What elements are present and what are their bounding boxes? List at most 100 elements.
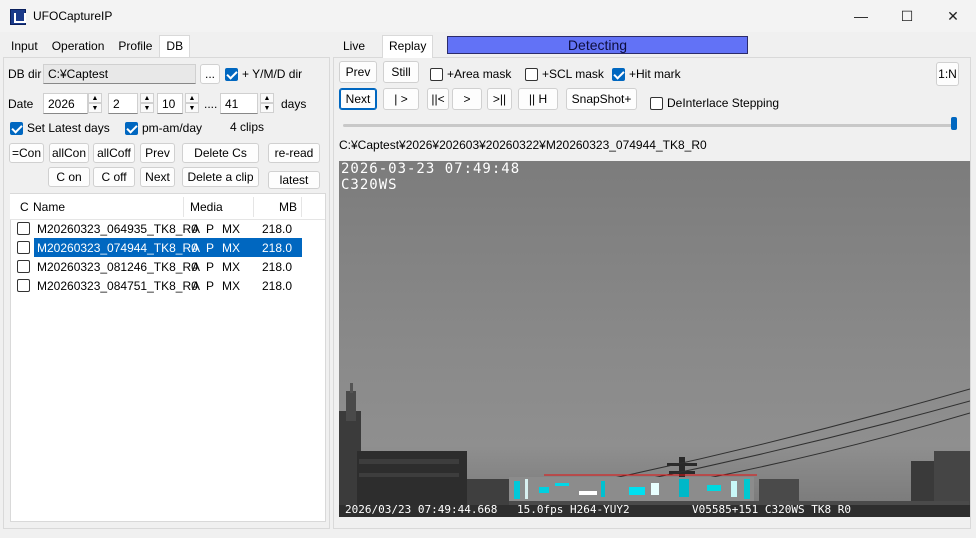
media-p: P [206, 278, 215, 293]
scl-mask-box[interactable] [525, 67, 538, 81]
col-divider [301, 197, 302, 217]
list-item-selected[interactable]: M20260323_074944_TK8_R0 A P MX 218.0 [17, 238, 302, 257]
ymd-checkbox-box[interactable] [225, 67, 238, 81]
close-button[interactable]: ✕ [930, 0, 976, 32]
pm-am-box[interactable] [125, 121, 138, 135]
row-checkbox[interactable] [17, 279, 30, 292]
tab-profile[interactable]: Profile [111, 35, 159, 57]
maximize-button[interactable]: ☐ [884, 0, 930, 32]
clip-name: M20260323_081246_TK8_R0 [37, 259, 198, 274]
hit-mark-box[interactable] [612, 67, 625, 81]
deinterlace-checkbox[interactable]: DeInterlace Stepping [650, 96, 779, 110]
next-clip-button[interactable]: Next [140, 167, 175, 187]
month-spinner[interactable]: ▲ ▼ [140, 93, 154, 113]
day-field[interactable]: 10 [157, 93, 183, 114]
window-title: UFOCaptureIP [33, 9, 113, 23]
date-label: Date [8, 97, 34, 111]
tab-replay[interactable]: Replay [382, 35, 434, 58]
last-frame-button[interactable]: >|| [487, 88, 512, 110]
day-spinner[interactable]: ▲ ▼ [185, 93, 199, 113]
camera-overlay: C320WS [341, 177, 398, 193]
row-checkbox[interactable] [17, 260, 30, 273]
left-tab-bar: Input Operation Profile DB [4, 35, 191, 57]
days-spinner[interactable]: ▲ ▼ [260, 93, 274, 113]
delete-a-clip-button[interactable]: Delete a clip [182, 167, 259, 187]
media-mx: MX [222, 221, 240, 236]
eq-con-button[interactable]: =Con [9, 143, 44, 163]
ymd-label: + Y/M/D dir [242, 67, 303, 81]
list-item[interactable]: M20260323_081246_TK8_R0 A P MX 218.0 [17, 257, 302, 276]
deinterlace-box[interactable] [650, 96, 663, 110]
media-a: A [192, 278, 201, 293]
col-header-c[interactable]: C [20, 200, 29, 214]
re-read-button[interactable]: re-read [268, 143, 320, 163]
col-divider [253, 197, 254, 217]
snapshot-button[interactable]: SnapShot+ [566, 88, 637, 110]
browse-button[interactable]: ... [200, 64, 220, 84]
prev-clip-button[interactable]: Prev [140, 143, 175, 163]
media-a: A [192, 221, 201, 236]
hit-mark-label: +Hit mark [629, 67, 681, 81]
month-field[interactable]: 2 [108, 93, 138, 114]
clip-mb: 218.0 [262, 240, 293, 255]
half-speed-button[interactable]: || H [518, 88, 558, 110]
set-latest-checkbox[interactable]: Set Latest days [10, 121, 110, 135]
still-button[interactable]: Still [383, 61, 419, 83]
pm-am-label: pm-am/day [142, 121, 203, 135]
ymd-dir-checkbox[interactable]: + Y/M/D dir [225, 67, 302, 81]
list-item[interactable]: M20260323_084751_TK8_R0 A P MX 218.0 [17, 276, 302, 295]
ratio-button[interactable]: 1:N [936, 62, 959, 86]
seek-thumb[interactable] [951, 117, 957, 130]
replay-prev-button[interactable]: Prev [339, 61, 377, 83]
deinterlace-label: DeInterlace Stepping [667, 96, 780, 110]
col-header-media[interactable]: Media [190, 200, 223, 214]
delete-cs-button[interactable]: Delete Cs [182, 143, 259, 163]
media-mx: MX [222, 259, 240, 274]
c-on-button[interactable]: C on [48, 167, 90, 187]
bottom-fps-overlay: 15.0fps H264-YUY2 [517, 503, 630, 516]
area-mask-checkbox[interactable]: +Area mask [430, 67, 511, 81]
timestamp-overlay: 2026-03-23 07:49:48 [341, 161, 521, 177]
col-divider [183, 197, 184, 217]
all-con-button[interactable]: allCon [49, 143, 89, 163]
db-dir-label: DB dir [8, 67, 42, 81]
days-field[interactable]: 41 [220, 93, 258, 114]
set-latest-box[interactable] [10, 121, 23, 135]
col-header-mb[interactable]: MB [279, 200, 297, 214]
first-frame-button[interactable]: ||< [427, 88, 449, 110]
minimize-button[interactable]: — [838, 0, 884, 32]
latest-button[interactable]: latest [268, 171, 320, 189]
hit-mark-checkbox[interactable]: +Hit mark [612, 67, 681, 81]
c-off-button[interactable]: C off [93, 167, 135, 187]
seek-track[interactable] [343, 124, 957, 127]
title-bar [0, 0, 976, 32]
media-p: P [206, 221, 215, 236]
app-icon [10, 9, 26, 25]
all-coff-button[interactable]: allCoff [93, 143, 135, 163]
media-a: A [192, 259, 201, 274]
area-mask-label: +Area mask [447, 67, 512, 81]
clips-count: 4 clips [230, 120, 265, 134]
play-button[interactable]: | > [383, 88, 419, 110]
tab-operation[interactable]: Operation [45, 35, 112, 57]
step-forward-button[interactable]: > [452, 88, 482, 110]
clip-name: M20260323_064935_TK8_R0 [37, 221, 198, 236]
db-dir-field[interactable]: C:¥Captest [43, 64, 196, 84]
replay-next-button[interactable]: Next [339, 88, 377, 110]
year-spinner[interactable]: ▲ ▼ [88, 93, 102, 113]
media-mx: MX [222, 278, 240, 293]
area-mask-box[interactable] [430, 67, 443, 81]
pm-am-checkbox[interactable]: pm-am/day [125, 121, 202, 135]
tab-live[interactable]: Live [336, 35, 372, 57]
row-checkbox[interactable] [17, 241, 30, 254]
clip-mb: 218.0 [262, 221, 293, 236]
tab-input[interactable]: Input [4, 35, 45, 57]
scl-mask-checkbox[interactable]: +SCL mask [525, 67, 604, 81]
col-header-name[interactable]: Name [33, 200, 65, 214]
tab-db[interactable]: DB [159, 35, 191, 57]
year-field[interactable]: 2026 [43, 93, 88, 114]
scene-image [339, 383, 970, 517]
scl-mask-label: +SCL mask [542, 67, 604, 81]
row-checkbox[interactable] [17, 222, 30, 235]
list-item[interactable]: M20260323_064935_TK8_R0 A P MX 218.0 [17, 219, 302, 238]
